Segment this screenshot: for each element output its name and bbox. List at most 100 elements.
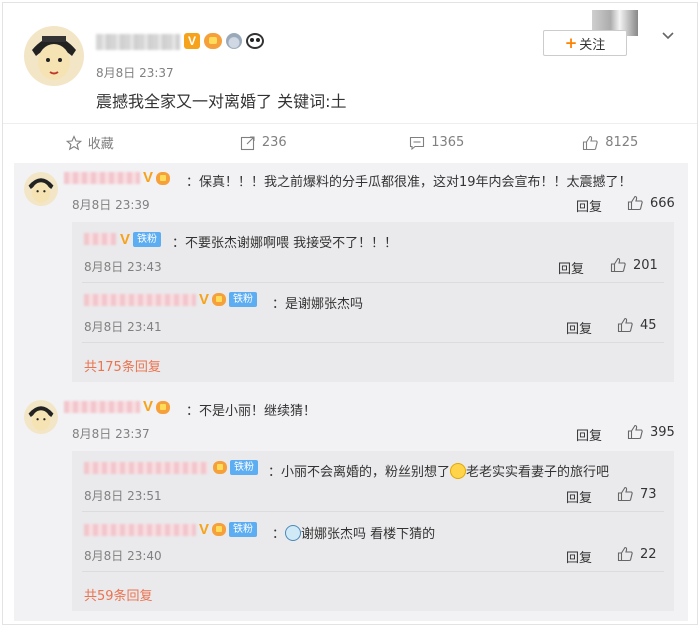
verified-v-icon: V (143, 398, 154, 415)
commenter-avatar[interactable] (24, 172, 58, 206)
plus-icon: + (564, 34, 578, 52)
repost-button[interactable]: 236 (177, 124, 351, 161)
reply-like-button[interactable]: 73 (617, 486, 657, 502)
thumbs-up-icon (583, 135, 598, 150)
reply-text-part: ：小丽不会离婚的，粉丝别想了 (268, 465, 451, 480)
thumbs-up-icon (617, 486, 633, 502)
star-icon (65, 134, 82, 150)
doraemon-emoji-icon (285, 525, 302, 541)
favorite-button[interactable]: 收藏 (3, 124, 177, 161)
divider (82, 511, 664, 512)
vip-crown-icon (212, 293, 227, 306)
author-badges: V (184, 33, 264, 49)
verified-v-icon: V (184, 33, 200, 49)
commenter-name-redacted[interactable] (64, 172, 140, 184)
reply-time: 8月8日 23:40 (84, 549, 162, 563)
reply-like-count: 73 (640, 486, 657, 502)
replier-badges: V 铁粉 (199, 290, 258, 308)
reply-time: 8月8日 23:41 (84, 320, 162, 334)
thumbs-up-icon (610, 257, 626, 273)
fan-badge: 铁粉 (229, 292, 258, 307)
vip-crown-icon (156, 400, 171, 414)
divider (82, 282, 664, 283)
replier-name-redacted[interactable] (84, 524, 196, 536)
chevron-down-icon[interactable] (660, 28, 676, 44)
replier-name-redacted[interactable] (84, 294, 196, 306)
reply-text: ：不要张杰谢娜啊喂 我接受不了！！！ (172, 236, 398, 251)
post-text: 震撼我全家又一对离婚了 关键词:土 (96, 92, 347, 111)
like-button[interactable]: 8125 (524, 124, 698, 161)
vip-crown-icon (213, 461, 227, 474)
author-name-redacted[interactable] (96, 34, 180, 50)
reply-button[interactable]: 回复 (558, 258, 584, 277)
thumbs-up-icon (617, 317, 633, 333)
replier-name-redacted[interactable] (84, 233, 116, 245)
replier-badges: V 铁粉 (120, 230, 162, 248)
reply-like-button[interactable]: 45 (617, 317, 657, 333)
more-replies-link[interactable]: 共59条回复 (84, 585, 153, 604)
reply-button[interactable]: 回复 (566, 318, 592, 337)
comment-like-button[interactable]: 666 (627, 195, 675, 211)
reply-button[interactable]: 回复 (566, 487, 592, 506)
post-time[interactable]: 8月8日 23:37 (96, 64, 174, 81)
vip-crown-icon (204, 33, 222, 49)
comment-time: 8月8日 23:39 (72, 198, 150, 212)
comment-like-button[interactable]: 395 (627, 424, 675, 440)
reply-like-count: 22 (640, 546, 657, 562)
medal-icon (226, 33, 242, 49)
reply-button[interactable]: 回复 (566, 547, 592, 566)
like-count: 8125 (605, 135, 639, 150)
favorite-label: 收藏 (87, 137, 114, 152)
replier-badges: 铁粉 (213, 460, 258, 475)
reply-text-part: 谢娜张杰吗 看楼下猜的 (301, 527, 436, 542)
doge-emoji-icon (450, 463, 467, 479)
reply-text: ：是谢娜张杰吗 (272, 297, 364, 312)
comment-button[interactable]: 1365 (350, 124, 524, 161)
reply-like-count: 201 (633, 257, 658, 273)
reply-time: 8月8日 23:43 (84, 260, 162, 274)
replier-badges: V 铁粉 (199, 520, 258, 538)
commenter-badges: V (143, 169, 171, 186)
thumbs-up-icon (627, 195, 643, 211)
comment-like-count: 395 (650, 424, 675, 440)
follow-button[interactable]: + 关注 (543, 30, 627, 56)
panda-icon (246, 33, 264, 49)
reply-button[interactable]: 回复 (576, 425, 602, 444)
vip-crown-icon (212, 523, 227, 536)
comment-text: ：保真！！！我之前爆料的分手瓜都很准，这对19年内会宣布！！太震撼了！ (186, 175, 632, 190)
reply-time: 8月8日 23:51 (84, 489, 162, 503)
vip-crown-icon (156, 171, 171, 185)
commenter-name-redacted[interactable] (64, 401, 140, 413)
fan-badge: 铁粉 (133, 232, 162, 247)
verified-v-icon: V (120, 230, 131, 248)
commenter-avatar[interactable] (24, 400, 58, 434)
reply-like-button[interactable]: 22 (617, 546, 657, 562)
thumbs-up-icon (627, 424, 643, 440)
divider (82, 342, 664, 343)
verified-v-icon: V (199, 290, 210, 308)
verified-v-icon: V (143, 169, 154, 186)
action-bar: 收藏 236 1365 8125 (3, 123, 697, 161)
repost-count: 236 (261, 135, 287, 150)
reply-text-part: 老老实实看妻子的旅行吧 (466, 465, 610, 480)
thumbs-up-icon (617, 546, 633, 562)
divider (82, 571, 664, 572)
reply-button[interactable]: 回复 (576, 196, 602, 215)
comment-icon (410, 136, 425, 150)
reply-like-count: 45 (640, 317, 657, 333)
comment-time: 8月8日 23:37 (72, 427, 150, 441)
author-avatar[interactable] (24, 26, 84, 86)
commenter-badges: V (143, 398, 171, 415)
reply-like-button[interactable]: 201 (610, 257, 658, 273)
follow-label: 关注 (579, 37, 606, 53)
replier-name-redacted[interactable] (84, 462, 208, 474)
reply-text: ：小丽不会离婚的，粉丝别想了 老老实实看妻子的旅行吧 (268, 461, 609, 480)
verified-v-icon: V (199, 520, 210, 538)
follow-button-wrap: + 关注 (543, 30, 627, 56)
more-replies-link[interactable]: 共175条回复 (84, 356, 161, 375)
repost-icon (240, 135, 255, 150)
reply-text-part: ： (272, 527, 286, 542)
comment-count: 1365 (431, 135, 465, 150)
reply-text: ： 谢娜张杰吗 看楼下猜的 (272, 523, 435, 542)
comment-like-count: 666 (650, 195, 675, 211)
